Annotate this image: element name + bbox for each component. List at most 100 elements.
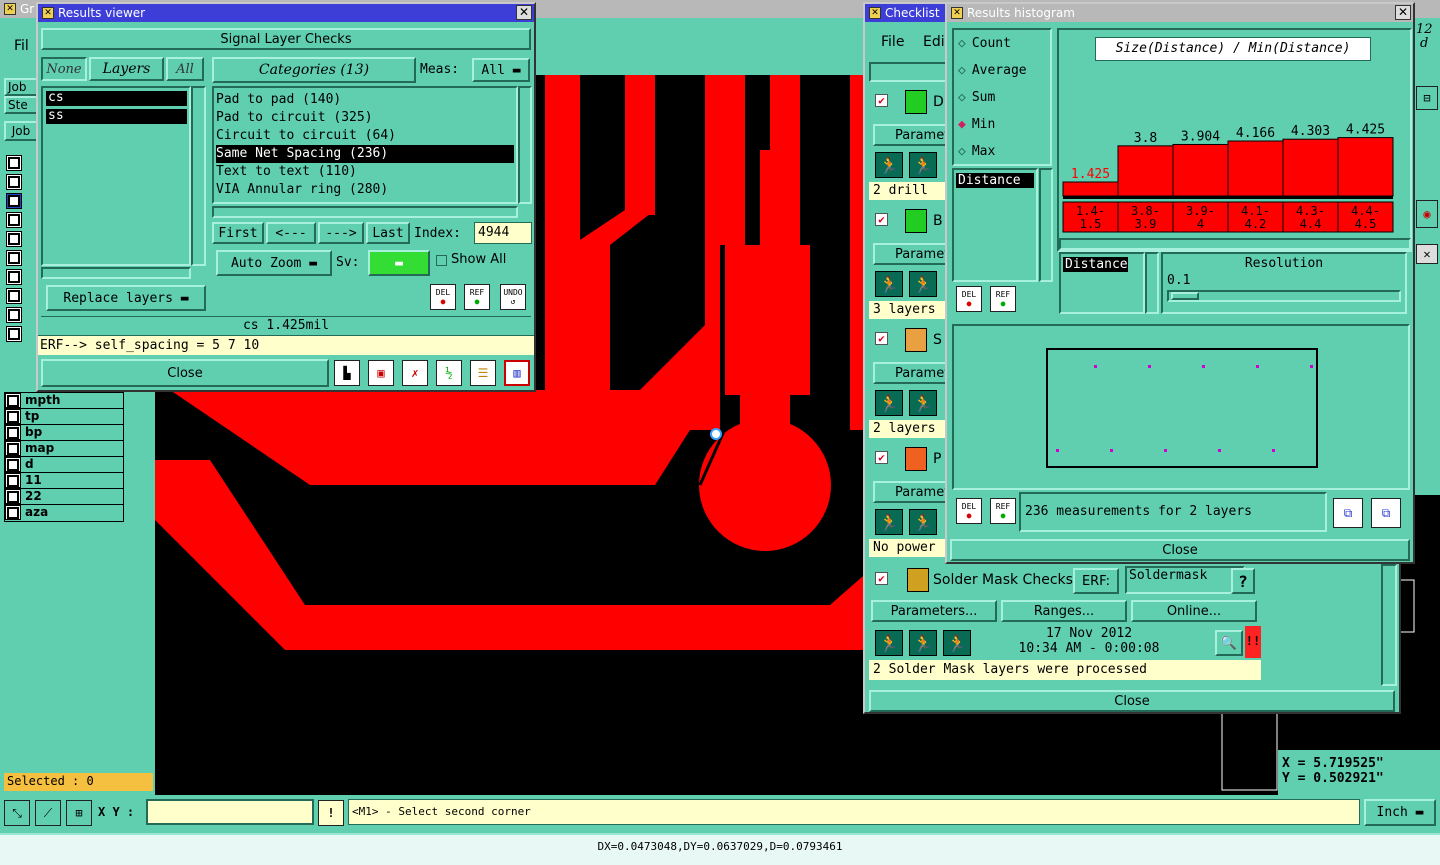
left-row-job2[interactable]: Job [4, 121, 38, 141]
index-input[interactable]: 4944 [474, 222, 532, 244]
right-tool-icon[interactable]: ⊟ [1416, 86, 1438, 110]
prev-button[interactable]: <--- [266, 222, 316, 244]
layer-item[interactable]: tp [21, 409, 123, 424]
del-icon[interactable]: DEL ● [430, 284, 456, 310]
layer-item[interactable]: d [21, 457, 123, 472]
left-row-job[interactable]: Job [4, 78, 38, 96]
category-item-selected[interactable]: Same Net Spacing (236) [216, 145, 514, 163]
right-close-icon[interactable]: ✕ [1416, 244, 1438, 264]
categories-button[interactable]: Categories (13) [212, 57, 416, 83]
category-item[interactable]: Text to text (110) [216, 163, 514, 181]
run-all-icon[interactable]: 🏃 [909, 390, 937, 416]
resolution-slider-thumb[interactable] [1171, 292, 1199, 300]
next-button[interactable]: ---> [318, 222, 364, 244]
histogram-bar[interactable] [1227, 140, 1284, 197]
parameters-button[interactable]: Paramet [873, 243, 949, 265]
histogram-bar[interactable] [1172, 143, 1229, 197]
ref-icon[interactable]: REF ● [990, 498, 1016, 524]
layer-toggle-icon[interactable] [6, 174, 22, 190]
meas-select[interactable]: All ▬ [472, 58, 530, 82]
online-button[interactable]: Online... [1131, 600, 1257, 622]
layer-item[interactable]: 22 [21, 489, 123, 504]
zoom-fit-icon[interactable]: ⤡ [4, 800, 30, 826]
none-button[interactable]: None [41, 57, 87, 81]
layer-toggle-icon[interactable] [5, 457, 21, 472]
layers-scrollbar[interactable] [191, 86, 206, 266]
field-list-scrollbar[interactable] [1039, 168, 1053, 282]
close-icon[interactable]: ✕ [1395, 5, 1411, 20]
show-all-checkbox[interactable] [436, 255, 447, 266]
right-tool-icon[interactable]: ◉ [1416, 200, 1438, 228]
category-item[interactable]: Circuit to circuit (64) [216, 127, 514, 145]
layer-toggle-icon[interactable] [5, 473, 21, 488]
parameters-button[interactable]: Parameters... [871, 600, 997, 622]
run-all-icon[interactable]: 🏃 [909, 271, 937, 297]
histogram-chart[interactable]: 1.425 1.4-1.5 3.8 3.8-3.9 3.904 3.9-4 4.166 4.1… [1059, 30, 1410, 250]
layer-item[interactable]: 11 [21, 473, 123, 488]
export-icon[interactable]: ▣ [368, 360, 394, 386]
histogram-icon[interactable]: ▥ [504, 360, 530, 386]
xy-input[interactable] [146, 799, 314, 825]
grid-icon[interactable]: ⊞ [66, 800, 92, 826]
first-button[interactable]: First [212, 222, 264, 244]
units-select[interactable]: Inch ▬ [1364, 799, 1436, 826]
run-icon[interactable]: 🏃 [875, 630, 903, 656]
undo-icon[interactable]: UNDO ↺ [500, 284, 526, 310]
radio-icon[interactable]: ◇ [958, 63, 966, 78]
layers-hscroll[interactable] [41, 267, 191, 279]
layer-toggle-icon[interactable] [6, 326, 22, 342]
check-enabled-icon[interactable]: ✔ [875, 94, 888, 107]
run-all-icon[interactable]: 🏃 [909, 509, 937, 535]
layer-toggle-icon[interactable] [5, 425, 21, 440]
histogram-hscroll[interactable] [1059, 238, 1411, 250]
layer-item[interactable]: bp [21, 425, 123, 440]
histogram-bar[interactable] [1337, 137, 1394, 197]
resolution-slider[interactable] [1167, 290, 1401, 302]
checklist-scrollbar[interactable] [1381, 564, 1397, 686]
numbers-icon[interactable]: ½ [436, 360, 462, 386]
left-row-step[interactable]: Ste [4, 96, 38, 114]
run-all-icon[interactable]: 🏃 [909, 152, 937, 178]
run-icon[interactable]: 🏃 [875, 271, 903, 297]
mode-max[interactable]: Max [972, 144, 995, 159]
layer-toggle-icon[interactable] [6, 250, 22, 266]
report-icon[interactable]: ☰ [470, 360, 496, 386]
parameters-button[interactable]: Paramet [873, 481, 949, 503]
check-enabled-icon[interactable]: ✔ [875, 213, 888, 226]
measure-icon[interactable]: ⟋ [35, 800, 61, 826]
layers-button[interactable]: Layers [89, 57, 164, 81]
radio-icon[interactable]: ◇ [958, 144, 966, 159]
layer-toggle-icon[interactable] [6, 155, 22, 171]
resolution-field-item[interactable]: Distance [1063, 257, 1128, 272]
mode-count[interactable]: Count [972, 36, 1011, 51]
layer-toggle-icon[interactable] [5, 441, 21, 456]
del-icon[interactable]: DEL ● [956, 498, 982, 524]
layer-toggle-icon[interactable] [6, 269, 22, 285]
layer-toggle-icon[interactable] [6, 231, 22, 247]
category-item[interactable]: Pad to pad (140) [216, 91, 514, 109]
layer-toggle-icon[interactable] [5, 489, 21, 504]
checklist-menu-file[interactable]: File [881, 34, 904, 50]
histogram-close-button[interactable]: Close [950, 539, 1410, 561]
mode-sum[interactable]: Sum [972, 90, 995, 105]
menu-file[interactable]: Fil [14, 38, 29, 54]
export-graph-icon[interactable]: ⧉ [1333, 498, 1363, 528]
run-icon[interactable]: 🏃 [875, 152, 903, 178]
close-button[interactable]: Close [41, 359, 329, 387]
erf-button[interactable]: ERF: [1073, 568, 1119, 594]
run-icon[interactable]: 🏃 [875, 509, 903, 535]
categories-scrollbar[interactable] [518, 86, 532, 204]
last-button[interactable]: Last [366, 222, 410, 244]
category-item[interactable]: Pad to circuit (325) [216, 109, 514, 127]
layer-item[interactable]: map [21, 441, 123, 456]
parameters-button[interactable]: Paramet [873, 362, 949, 384]
marker-icon[interactable]: ▙ [334, 360, 360, 386]
ref-icon[interactable]: REF ● [464, 284, 490, 310]
run-all-icon[interactable]: 🏃 [909, 630, 937, 656]
checklist-menu-edit[interactable]: Edi [923, 34, 945, 50]
layer-toggle-icon[interactable] [6, 288, 22, 304]
parameters-button[interactable]: Paramet [873, 124, 949, 146]
resolution-field-scrollbar[interactable] [1145, 252, 1159, 314]
ranges-button[interactable]: Ranges... [1001, 600, 1127, 622]
radio-icon[interactable]: ◇ [958, 36, 966, 51]
